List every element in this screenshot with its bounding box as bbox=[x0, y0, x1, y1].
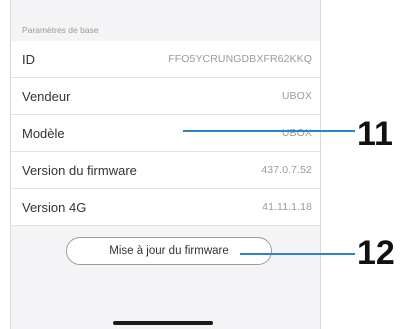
row-model: Modèle UBOX bbox=[11, 115, 320, 152]
row-4g-version-label: Version 4G bbox=[22, 200, 87, 215]
home-indicator bbox=[113, 321, 213, 325]
row-model-value: UBOX bbox=[281, 127, 312, 139]
callout-11-number: 11 bbox=[357, 115, 393, 153]
settings-list: ID FFO5YCRUNGDBXFR62KKQ Vendeur UBOX Mod… bbox=[11, 41, 320, 226]
row-model-label: Modèle bbox=[22, 126, 65, 141]
section-header: Paramètres de base bbox=[22, 25, 99, 35]
row-vendor: Vendeur UBOX bbox=[11, 78, 320, 115]
row-id-value: FFO5YCRUNGDBXFR62KKQ bbox=[168, 53, 312, 65]
row-firmware-version: Version du firmware 437.0.7.52 bbox=[11, 152, 320, 189]
row-id: ID FFO5YCRUNGDBXFR62KKQ bbox=[11, 41, 320, 78]
row-4g-version: Version 4G 41.11.1.18 bbox=[11, 189, 320, 226]
row-firmware-version-label: Version du firmware bbox=[22, 163, 137, 178]
callout-12-leader-line bbox=[240, 253, 355, 255]
row-vendor-value: UBOX bbox=[281, 90, 312, 102]
callout-11-leader-line bbox=[183, 130, 355, 132]
firmware-update-button[interactable]: Mise à jour du firmware bbox=[66, 237, 272, 265]
phone-screen: Paramètres de base ID FFO5YCRUNGDBXFR62K… bbox=[10, 0, 321, 329]
callout-12-number: 12 bbox=[357, 234, 395, 272]
row-firmware-version-value: 437.0.7.52 bbox=[261, 164, 312, 176]
manual-illustration: Paramètres de base ID FFO5YCRUNGDBXFR62K… bbox=[0, 0, 404, 329]
row-4g-version-value: 41.11.1.18 bbox=[262, 201, 312, 213]
row-id-label: ID bbox=[22, 52, 35, 67]
row-vendor-label: Vendeur bbox=[22, 89, 71, 104]
